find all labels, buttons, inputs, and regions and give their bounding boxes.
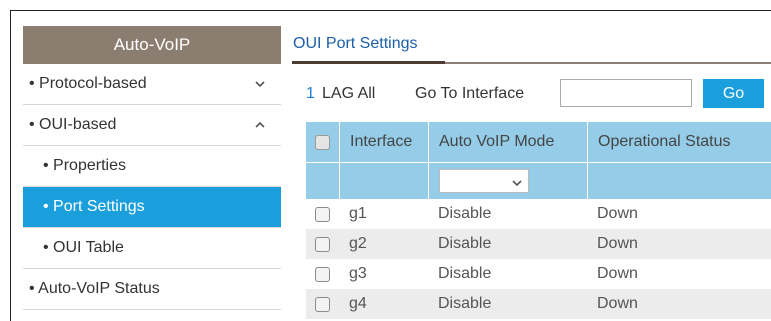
go-to-interface-input[interactable] [560,79,692,107]
table-row[interactable]: g4 Disable Down [306,289,771,319]
interface-cell: g1 [349,205,367,222]
status-cell: Down [597,205,638,222]
status-cell: Down [597,235,638,252]
page-title: OUI Port Settings [293,35,418,52]
sidebar-item-port-settings[interactable]: • Port Settings [23,187,281,228]
oui-port-table: Interface Auto VoIP Mode Operational Sta… [306,122,771,319]
column-header-operational-status[interactable]: Operational Status [587,122,771,162]
title-underline [292,61,445,64]
table-edit-row [306,163,771,199]
sidebar-item-label: • Properties [43,157,126,174]
interface-cell: g4 [349,295,367,312]
row-checkbox[interactable] [315,296,330,312]
row-checkbox[interactable] [315,206,330,222]
sidebar-header: Auto-VoIP [23,26,281,64]
chevron-down-icon[interactable] [253,77,267,91]
lag-all-link[interactable]: LAG All [322,85,375,103]
chevron-down-icon [511,176,523,188]
row-checkbox[interactable] [315,266,330,282]
interface-cell: g3 [349,265,367,282]
sidebar-item-label: • Auto-VoIP Status [29,280,160,297]
mode-cell: Disable [438,295,492,312]
unit-1-link[interactable]: 1 [306,85,315,103]
interface-cell: g2 [349,235,367,252]
interface-toolbar: 1 LAG All Go To Interface Go [292,79,771,109]
mode-cell: Disable [438,235,492,252]
column-header-interface[interactable]: Interface [339,122,428,162]
mode-cell: Disable [438,205,492,222]
chevron-up-icon[interactable] [253,118,267,132]
table-row[interactable]: g1 Disable Down [306,199,771,229]
edit-row-status-cell [587,163,771,199]
select-all-cell [306,122,339,162]
edit-row-mode-cell [428,163,587,199]
sidebar-nav: Auto-VoIP • Protocol-based • OUI-based •… [23,26,281,320]
edit-row-blank [306,163,339,199]
row-select-cell [306,229,339,259]
row-select-cell [306,259,339,289]
sidebar-item-auto-voip-status[interactable]: • Auto-VoIP Status [23,269,281,310]
sidebar-item-protocol-based[interactable]: • Protocol-based [23,64,281,105]
table-row[interactable]: g2 Disable Down [306,229,771,259]
sidebar-item-label: • OUI-based [29,116,117,133]
mode-cell: Disable [438,265,492,282]
go-to-interface-label: Go To Interface [415,85,525,102]
table-header-row: Interface Auto VoIP Mode Operational Sta… [306,122,771,162]
main-panel: OUI Port Settings 1 LAG All Go To Interf… [292,26,771,320]
row-select-cell [306,199,339,229]
status-cell: Down [597,295,638,312]
sidebar-item-label: • Port Settings [43,198,145,215]
row-checkbox[interactable] [315,236,330,252]
table-row[interactable]: g3 Disable Down [306,259,771,289]
sidebar-item-label: • OUI Table [43,239,124,256]
sidebar-item-oui-based[interactable]: • OUI-based [23,105,281,146]
sidebar-item-properties[interactable]: • Properties [23,146,281,187]
sidebar-item-label: • Protocol-based [29,75,147,92]
column-header-auto-voip-mode[interactable]: Auto VoIP Mode [428,122,587,162]
edit-row-interface-cell [339,163,428,199]
row-select-cell [306,289,339,319]
select-all-checkbox[interactable] [315,134,330,150]
auto-voip-mode-select[interactable] [439,169,529,193]
sidebar-item-oui-table[interactable]: • OUI Table [23,228,281,269]
go-button[interactable]: Go [703,79,764,108]
status-cell: Down [597,265,638,282]
